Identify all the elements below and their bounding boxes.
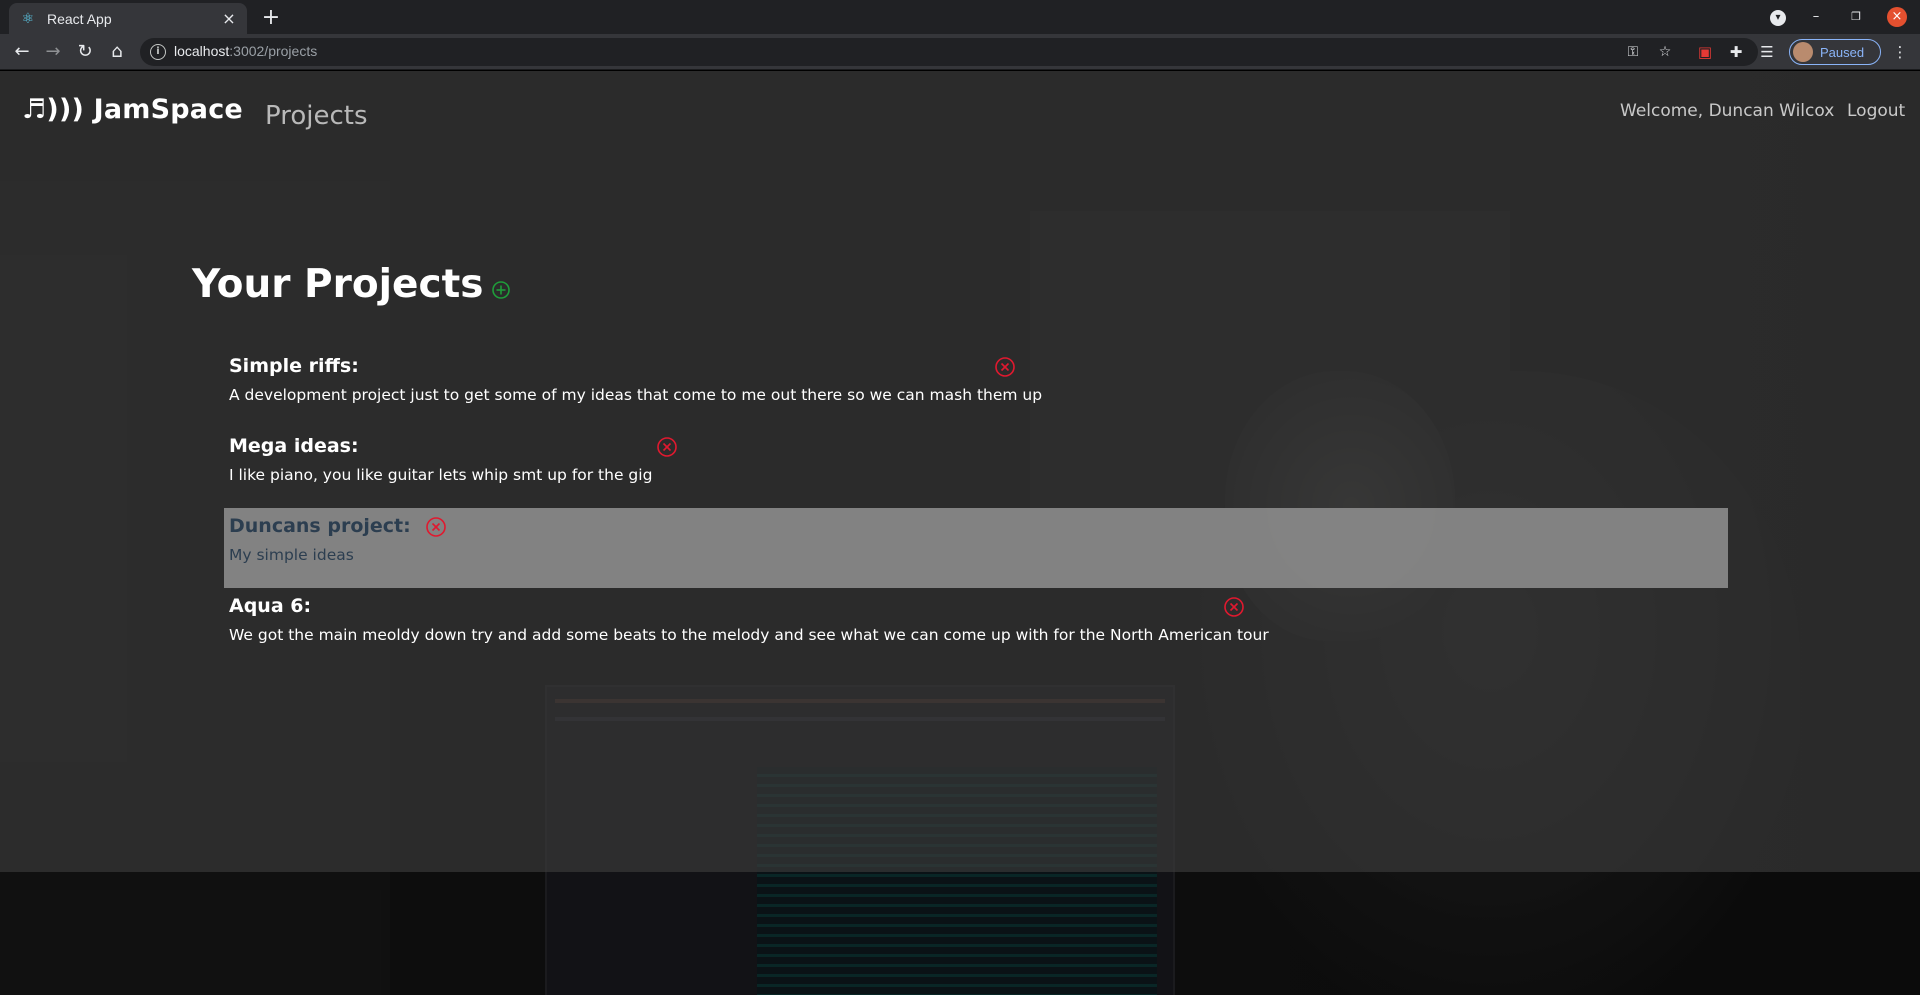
forward-arrow-icon[interactable]: → [41, 40, 65, 64]
delete-circle-icon[interactable] [656, 436, 678, 458]
browser-tab[interactable]: ⚛ React App × [9, 3, 247, 34]
delete-circle-icon[interactable] [425, 516, 447, 538]
project-name: Duncans project: [229, 515, 411, 537]
nav-projects-link[interactable]: Projects [265, 101, 368, 131]
page-title: Your Projects [192, 262, 511, 307]
restore-button[interactable]: ❐ [1846, 6, 1866, 28]
project-item[interactable]: Simple riffs: A development project just… [224, 348, 1728, 428]
delete-circle-icon[interactable] [1223, 596, 1245, 618]
reload-icon[interactable]: ↻ [73, 40, 97, 64]
profile-button[interactable]: Paused [1789, 39, 1881, 65]
project-name: Simple riffs: [229, 355, 359, 377]
browser-toolbar: ← → ↻ ⌂ i localhost:3002/projects ⚿ ☆ ▣ … [0, 34, 1920, 70]
home-icon[interactable]: ⌂ [105, 40, 129, 64]
react-favicon-icon: ⚛ [21, 10, 35, 27]
project-item[interactable]: Mega ideas: I like piano, you like guita… [224, 428, 1728, 508]
chevron-down-icon: ▾ [1770, 10, 1786, 26]
close-icon: × [1887, 7, 1907, 27]
avatar [1793, 42, 1813, 62]
project-item-selected[interactable]: Duncans project: My simple ideas [224, 508, 1728, 588]
extension-icon[interactable]: ▣ [1695, 42, 1715, 62]
tab-title: React App [47, 10, 112, 27]
profile-status: Paused [1820, 44, 1865, 60]
url-host: localhost [174, 43, 230, 59]
url-path: :3002/projects [229, 43, 318, 59]
tab-close-icon[interactable]: × [221, 9, 237, 28]
kebab-menu-icon[interactable]: ⋮ [1890, 42, 1910, 62]
star-icon[interactable]: ☆ [1656, 43, 1674, 61]
welcome-text: Welcome, Duncan Wilcox [1620, 101, 1835, 121]
info-icon[interactable]: i [150, 44, 166, 60]
key-icon[interactable]: ⚿ [1624, 43, 1642, 61]
back-arrow-icon[interactable]: ← [10, 40, 34, 64]
window-close-button[interactable]: × [1886, 6, 1908, 28]
page-title-text: Your Projects [192, 262, 484, 307]
project-description: We got the main meoldy down try and add … [229, 626, 1269, 644]
minimize-button[interactable]: – [1806, 6, 1826, 28]
content-overlay: ♬))) JamSpace Projects Welcome, Duncan W… [0, 71, 1920, 872]
project-description: My simple ideas [229, 546, 354, 564]
project-name: Mega ideas: [229, 435, 359, 457]
app-logo[interactable]: ♬))) JamSpace [22, 94, 243, 125]
project-item[interactable]: Aqua 6: We got the main meoldy down try … [224, 588, 1728, 668]
new-tab-button[interactable]: + [258, 5, 284, 31]
project-name: Aqua 6: [229, 595, 312, 617]
add-circle-icon[interactable] [491, 280, 511, 300]
tab-search-button[interactable]: ▾ [1768, 6, 1788, 28]
project-description: I like piano, you like guitar lets whip … [229, 466, 653, 484]
project-description: A development project just to get some o… [229, 386, 1043, 404]
browser-tab-strip: ⚛ React App × + ▾ – ❐ × [0, 0, 1920, 34]
reading-list-icon[interactable]: ☰ [1757, 42, 1777, 62]
logout-link[interactable]: Logout [1847, 101, 1905, 121]
address-bar[interactable]: i localhost:3002/projects ⚿ ☆ [140, 38, 1758, 66]
page-viewport: ♬))) JamSpace Projects Welcome, Duncan W… [0, 71, 1920, 995]
delete-circle-icon[interactable] [994, 356, 1016, 378]
puzzle-icon[interactable]: ✚ [1726, 42, 1746, 62]
url-text[interactable]: localhost:3002/projects [174, 43, 317, 59]
bottom-band [0, 872, 1920, 995]
